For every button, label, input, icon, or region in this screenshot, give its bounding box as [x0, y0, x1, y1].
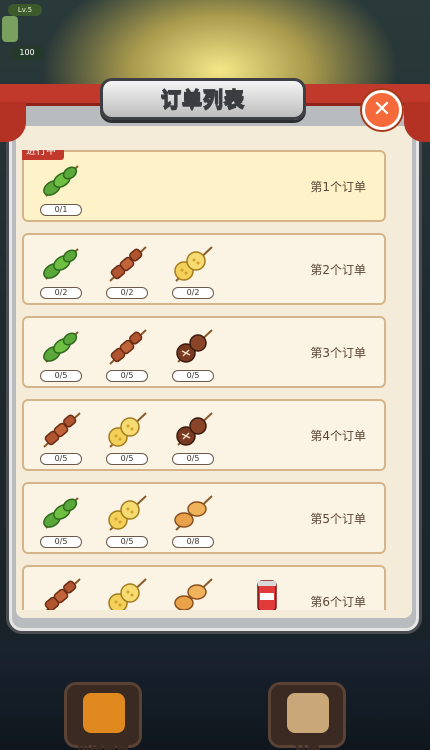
order-item: 0/5 — [104, 492, 150, 548]
item-count: 0/2 — [40, 287, 82, 299]
order-label: 第5个订单 — [310, 512, 366, 526]
mushroom-icon — [176, 329, 213, 363]
meat-icon — [109, 329, 147, 365]
curtain-drape-right — [404, 102, 430, 142]
order-label: 第2个订单 — [310, 263, 366, 277]
orders-button[interactable]: 订单 — [268, 682, 346, 750]
close-button[interactable]: ✕ — [362, 90, 402, 130]
order-item — [244, 575, 290, 610]
soda-can-icon — [257, 580, 277, 610]
corn-icon — [108, 495, 147, 531]
corn-icon — [108, 412, 147, 448]
order-item: 0/2 — [170, 243, 216, 299]
curtain-drape-left — [0, 102, 26, 142]
order-item: 0/5 — [38, 492, 84, 548]
hardhat-icon — [83, 693, 125, 733]
order-list[interactable]: 进行中 0/1 第1个订单 0/2 0/2 0/2 第2个订单 0/5 0/5 0/5 第3个订单 0… — [22, 150, 386, 610]
order-item: 0/2 — [104, 243, 150, 299]
item-count: 0/5 — [40, 536, 82, 548]
item-count: 0/8 — [172, 536, 214, 548]
corn-icon — [174, 246, 213, 282]
potato-icon — [174, 495, 213, 531]
order-label: 第6个订单 — [310, 595, 366, 609]
close-icon: ✕ — [372, 97, 392, 122]
item-count: 0/5 — [106, 370, 148, 382]
clipboard-icon — [287, 693, 329, 733]
panel-title: 订单列表 — [160, 86, 245, 111]
item-count: 0/5 — [106, 536, 148, 548]
orders-label: 订单 — [293, 740, 321, 750]
item-count: 0/5 — [172, 453, 214, 465]
item-count: 0/5 — [40, 453, 82, 465]
order-item — [38, 575, 84, 610]
player-widget[interactable]: Lv.5 100 — [2, 2, 46, 60]
order-card[interactable]: 0/2 0/2 0/2 第2个订单 — [22, 233, 386, 305]
item-count: 0/2 — [106, 287, 148, 299]
order-item: 0/5 — [38, 409, 84, 465]
order-item: 0/2 — [38, 243, 84, 299]
item-count: 0/1 — [40, 204, 82, 216]
order-item: 0/8 — [170, 492, 216, 548]
coin-counter: 100 — [10, 46, 44, 60]
pepper-icon — [43, 331, 79, 363]
item-count: 0/2 — [172, 287, 214, 299]
order-item — [170, 575, 216, 610]
potato-icon — [174, 578, 213, 610]
title-plaque: 订单列表 — [100, 78, 306, 120]
status-badge: 进行中 — [22, 150, 64, 160]
order-card[interactable]: 进行中 0/1 第1个订单 — [22, 150, 386, 222]
order-item: 0/5 — [104, 326, 150, 382]
pepper-icon — [43, 497, 79, 529]
item-count: 0/5 — [172, 370, 214, 382]
order-label: 第1个订单 — [310, 180, 366, 194]
order-label: 第4个订单 — [310, 429, 366, 443]
meat-icon — [43, 412, 81, 448]
player-level: Lv.5 — [8, 4, 42, 16]
pepper-icon — [43, 165, 79, 197]
order-item: 0/5 — [38, 326, 84, 382]
pepper-icon — [43, 248, 79, 280]
mushroom-icon — [176, 412, 213, 446]
meat-icon — [109, 246, 147, 282]
order-card[interactable]: 第6个订单 — [22, 565, 386, 610]
meat-icon — [44, 578, 81, 610]
order-item: 0/5 — [170, 326, 216, 382]
order-label: 第3个订单 — [310, 346, 366, 360]
item-count: 0/5 — [106, 453, 148, 465]
item-count: 0/5 — [40, 370, 82, 382]
order-item: 0/5 — [170, 409, 216, 465]
player-avatar — [2, 16, 18, 42]
market-build-button[interactable]: 市场建造 — [64, 682, 142, 750]
order-card[interactable]: 0/5 0/5 0/5 第3个订单 — [22, 316, 386, 388]
corn-icon — [108, 578, 147, 610]
market-build-label: 市场建造 — [76, 740, 130, 750]
order-card[interactable]: 0/5 0/5 0/5 第4个订单 — [22, 399, 386, 471]
order-item — [104, 575, 150, 610]
order-item: 0/1 — [38, 160, 84, 216]
order-card[interactable]: 0/5 0/5 0/8 第5个订单 — [22, 482, 386, 554]
order-item: 0/5 — [104, 409, 150, 465]
